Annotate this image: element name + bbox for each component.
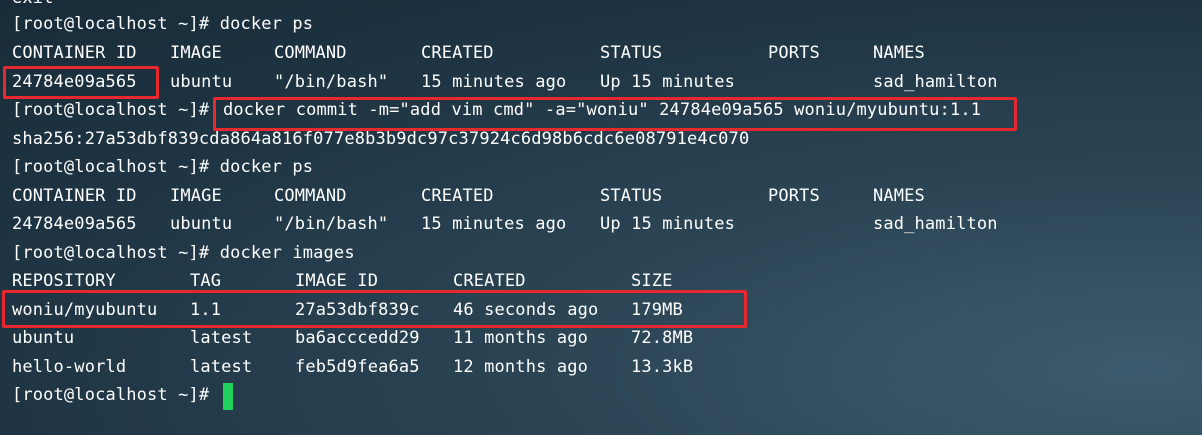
ps-header-image: IMAGE: [170, 186, 222, 206]
images-header-repository: REPOSITORY: [12, 271, 116, 291]
images-header-image-id: IMAGE ID: [295, 271, 379, 291]
terminal-line-prompt: [root@localhost ~]#: [12, 385, 220, 405]
images-header-tag: TAG: [190, 271, 222, 291]
ps-header-row-2: CONTAINER ID IMAGE COMMAND CREATED STATU…: [12, 185, 925, 207]
image-created: 12 months ago: [453, 357, 589, 377]
image-id: ba6acccedd29: [295, 328, 420, 348]
terminal-line-docker-ps-1: [root@localhost ~]# docker ps: [12, 14, 314, 34]
ps-created: 15 minutes ago: [421, 72, 567, 92]
image-size: 72.8MB: [631, 328, 694, 348]
container-id-highlight-box: [3, 66, 159, 99]
commit-command-highlight-box: [213, 97, 1017, 131]
ps-names: sad_hamilton: [873, 214, 998, 234]
ps-header-names: NAMES: [873, 43, 925, 63]
ps-row-2: 24784e09a565 ubuntu "/bin/bash" 15 minut…: [12, 213, 997, 235]
ps-container-id: 24784e09a565: [12, 214, 137, 234]
ps-header-status: STATUS: [600, 186, 663, 206]
image-repository: ubuntu: [12, 328, 75, 348]
ps-header-created: CREATED: [421, 43, 494, 63]
image-tag: latest: [190, 328, 253, 348]
new-image-highlight-box: [2, 290, 747, 328]
images-row: hello-world latest feb5d9fea6a5 12 month…: [12, 356, 693, 378]
ps-header-command: COMMAND: [274, 43, 347, 63]
images-row: ubuntu latest ba6acccedd29 11 months ago…: [12, 327, 693, 349]
ps-image: ubuntu: [170, 72, 233, 92]
ps-header-image: IMAGE: [170, 43, 222, 63]
terminal-line-docker-ps-2: [root@localhost ~]# docker ps: [12, 157, 314, 177]
terminal-line-commit: [root@localhost ~]# docker commit -m="ad…: [12, 99, 981, 121]
images-header-row: REPOSITORY TAG IMAGE ID CREATED SIZE: [12, 270, 672, 292]
image-created: 11 months ago: [453, 328, 589, 348]
terminal-cursor: [223, 383, 233, 410]
ps-names: sad_hamilton: [873, 72, 998, 92]
ps-header-created: CREATED: [421, 186, 494, 206]
image-id: feb5d9fea6a5: [295, 357, 420, 377]
images-header-created: CREATED: [453, 271, 526, 291]
ps-header-container-id: CONTAINER ID: [12, 186, 137, 206]
ps-header-row-1: CONTAINER ID IMAGE COMMAND CREATED STATU…: [12, 42, 925, 64]
shell-prompt: [root@localhost ~]#: [12, 100, 220, 120]
ps-command: "/bin/bash": [274, 214, 389, 234]
images-header-size: SIZE: [631, 271, 673, 291]
terminal-line-sha256: sha256:27a53dbf839cda864a816f077e8b3b9dc…: [12, 129, 750, 149]
ps-header-status: STATUS: [600, 43, 663, 63]
terminal-window[interactable]: exit [root@localhost ~]# docker ps CONTA…: [0, 0, 1202, 435]
ps-created: 15 minutes ago: [421, 214, 567, 234]
ps-command: "/bin/bash": [274, 72, 389, 92]
ps-header-ports: PORTS: [768, 43, 820, 63]
image-size: 13.3kB: [631, 357, 694, 377]
image-tag: latest: [190, 357, 253, 377]
ps-status: Up 15 minutes: [600, 72, 736, 92]
image-repository: hello-world: [12, 357, 127, 377]
ps-image: ubuntu: [170, 214, 233, 234]
ps-header-container-id: CONTAINER ID: [12, 43, 137, 63]
terminal-line-docker-images: [root@localhost ~]# docker images: [12, 243, 355, 263]
ps-header-names: NAMES: [873, 186, 925, 206]
terminal-line-exit: exit: [12, 0, 54, 9]
ps-header-ports: PORTS: [768, 186, 820, 206]
ps-status: Up 15 minutes: [600, 214, 736, 234]
ps-header-command: COMMAND: [274, 186, 347, 206]
